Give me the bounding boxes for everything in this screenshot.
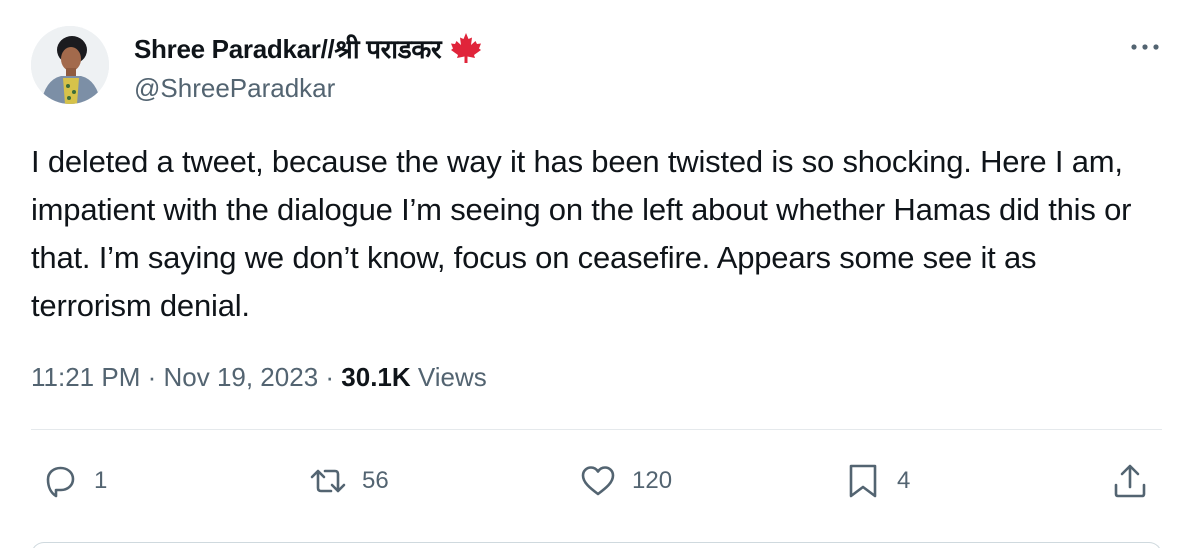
- tweet-time[interactable]: 11:21 PM: [31, 362, 140, 392]
- retweet-count: 56: [362, 467, 389, 494]
- reply-box-edge: [31, 542, 1162, 548]
- divider: [31, 429, 1162, 430]
- bookmark-button[interactable]: 4: [843, 455, 910, 507]
- author-name[interactable]: Shree Paradkar//श्री पराडकर: [134, 30, 483, 66]
- avatar[interactable]: [31, 26, 109, 104]
- author-handle[interactable]: @ShreeParadkar: [134, 73, 335, 104]
- share-icon: [1114, 464, 1146, 498]
- heart-icon: [581, 466, 615, 496]
- views-count[interactable]: 30.1K: [341, 362, 410, 392]
- reply-button[interactable]: 1: [40, 455, 107, 507]
- more-options-button[interactable]: [1128, 34, 1162, 60]
- like-button[interactable]: 120: [578, 455, 672, 507]
- meta-separator: ·: [147, 362, 164, 392]
- tweet-card: Shree Paradkar//श्री पराडकर @ShreeParadk…: [0, 0, 1200, 548]
- retweet-icon: [310, 469, 346, 493]
- author-display-name[interactable]: Shree Paradkar//श्री पराडकर: [134, 30, 442, 66]
- meta-separator: ·: [325, 362, 342, 392]
- share-button[interactable]: [1110, 455, 1150, 507]
- action-bar: 1 56 120 4: [0, 455, 1200, 515]
- avatar-image: [31, 26, 109, 104]
- tweet-date[interactable]: Nov 19, 2023: [163, 362, 318, 392]
- more-icon: [1131, 44, 1159, 50]
- retweet-button[interactable]: 56: [308, 455, 389, 507]
- reply-icon: [46, 466, 75, 498]
- tweet-meta: 11:21 PM · Nov 19, 2023 · 30.1K Views: [31, 362, 487, 393]
- tweet-text: I deleted a tweet, because the way it ha…: [31, 144, 1132, 323]
- views-label: Views: [417, 362, 487, 392]
- like-count: 120: [632, 467, 673, 494]
- bookmark-count: 4: [897, 467, 911, 494]
- maple-leaf-icon: [449, 31, 483, 65]
- bookmark-icon: [849, 464, 877, 498]
- reply-count: 1: [94, 467, 108, 494]
